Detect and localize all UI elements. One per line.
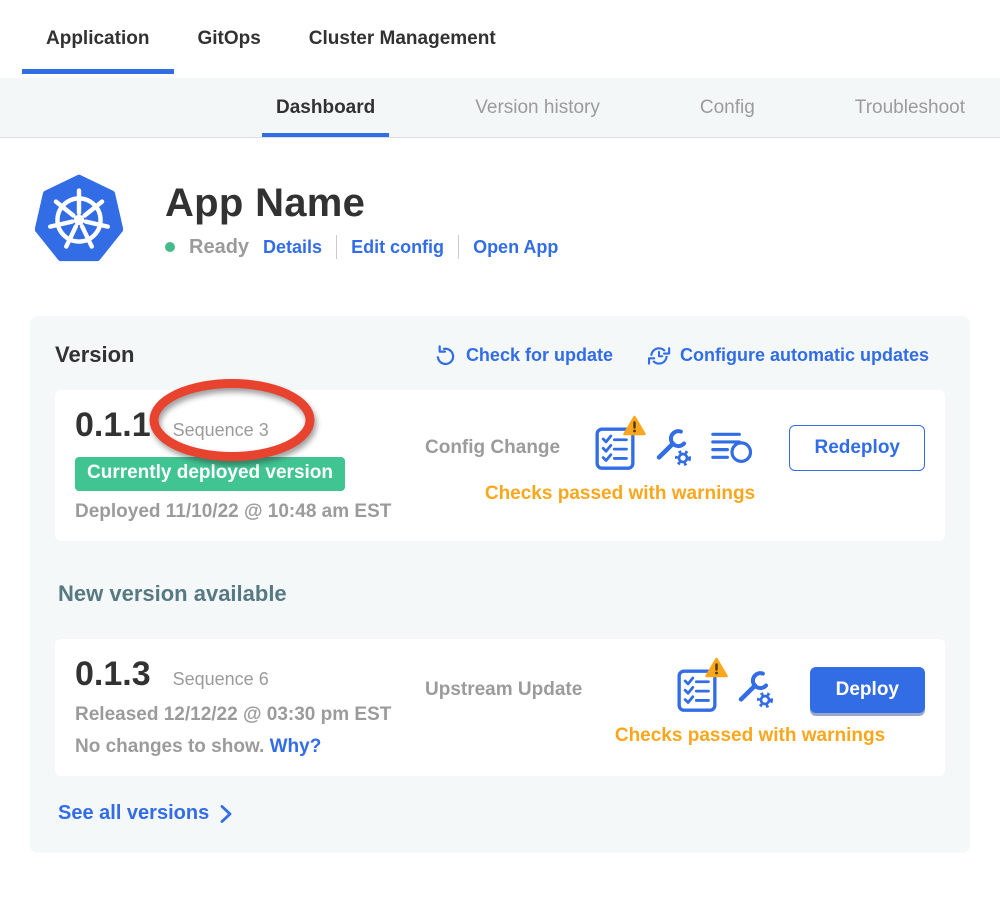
deployed-version-info: 0.1.1 Sequence 3 Currently deployed vers…	[75, 406, 425, 523]
app-meta: App Name Ready Details Edit config Open …	[165, 181, 558, 259]
deployed-timestamp: Deployed 11/10/22 @ 10:48 am EST	[75, 501, 425, 523]
app-status-row: Ready Details Edit config Open App	[165, 235, 558, 259]
app-sub-nav: Dashboard Version history Config Trouble…	[0, 78, 1000, 138]
top-nav-tab-application[interactable]: Application	[46, 0, 149, 78]
available-checks-status: Checks passed with warnings	[425, 725, 925, 747]
link-divider	[458, 235, 459, 259]
deployed-version-icons: Redeploy	[594, 425, 925, 471]
version-card-title: Version	[55, 342, 134, 368]
version-card-header: Version Check for update	[55, 342, 945, 368]
no-changes-label: No changes to show.	[75, 736, 264, 757]
deploy-button[interactable]: Deploy	[810, 667, 925, 713]
currently-deployed-badge: Currently deployed version	[75, 457, 345, 491]
available-version-actions: Upstream Update	[425, 655, 925, 758]
sub-nav-tab-troubleshoot[interactable]: Troubleshoot	[841, 78, 979, 137]
edit-config-link[interactable]: Edit config	[351, 237, 444, 258]
app-title: App Name	[165, 181, 558, 226]
see-all-versions-link[interactable]: See all versions	[58, 802, 234, 825]
deployed-version-number: 0.1.1	[75, 406, 151, 445]
open-app-link[interactable]: Open App	[473, 237, 558, 258]
see-all-versions-label: See all versions	[58, 802, 209, 825]
view-files-icon[interactable]	[710, 429, 754, 466]
configure-auto-updates-label: Configure automatic updates	[680, 345, 929, 366]
preflight-checks-icon[interactable]	[676, 667, 718, 713]
ready-status-dot-icon	[165, 242, 175, 252]
top-nav: Application GitOps Cluster Management	[0, 0, 1000, 78]
deployed-checks-status: Checks passed with warnings	[425, 483, 925, 505]
available-version-info: 0.1.3 Sequence 6 Released 12/12/22 @ 03:…	[75, 655, 425, 758]
check-for-update-link[interactable]: Check for update	[434, 344, 613, 367]
warning-triangle-icon	[705, 657, 728, 683]
app-header: App Name Ready Details Edit config Open …	[0, 138, 1000, 266]
redeploy-button[interactable]: Redeploy	[789, 425, 925, 471]
scheduled-update-icon	[647, 343, 671, 367]
preflight-checks-icon[interactable]	[594, 425, 636, 471]
refresh-icon	[434, 344, 457, 367]
sub-nav-tab-dashboard[interactable]: Dashboard	[262, 78, 389, 137]
top-nav-tab-cluster-management[interactable]: Cluster Management	[309, 0, 496, 78]
available-version-row: 0.1.3 Sequence 6 Released 12/12/22 @ 03:…	[55, 639, 945, 776]
top-nav-tab-gitops[interactable]: GitOps	[197, 0, 260, 78]
warning-triangle-icon	[623, 415, 646, 441]
sub-nav-tab-version-history[interactable]: Version history	[461, 78, 614, 137]
chevron-right-icon	[219, 804, 234, 824]
deployed-sequence-label: Sequence 3	[173, 420, 269, 441]
wrench-gear-icon[interactable]	[735, 670, 775, 710]
new-version-heading: New version available	[58, 581, 945, 607]
kubernetes-logo	[35, 174, 123, 266]
version-card: Version Check for update	[30, 316, 970, 853]
check-for-update-label: Check for update	[466, 345, 613, 366]
link-divider	[336, 235, 337, 259]
deployed-version-row: 0.1.1 Sequence 3 Currently deployed vers…	[55, 390, 945, 541]
details-link[interactable]: Details	[263, 237, 322, 258]
app-status-label: Ready	[189, 236, 249, 259]
version-card-actions: Check for update Configure automatic upd…	[434, 343, 929, 367]
sub-nav-tab-config[interactable]: Config	[686, 78, 769, 137]
deployed-source-label: Config Change	[425, 437, 560, 459]
available-version-icons: Deploy	[676, 667, 925, 713]
why-link[interactable]: Why?	[270, 736, 322, 757]
deployed-version-actions: Config Change	[425, 406, 925, 523]
wrench-gear-icon[interactable]	[653, 428, 693, 468]
available-version-number: 0.1.3	[75, 655, 151, 694]
available-timestamp: Released 12/12/22 @ 03:30 pm EST	[75, 704, 425, 726]
configure-auto-updates-link[interactable]: Configure automatic updates	[647, 343, 929, 367]
available-source-label: Upstream Update	[425, 679, 582, 701]
available-sequence-label: Sequence 6	[173, 669, 269, 690]
